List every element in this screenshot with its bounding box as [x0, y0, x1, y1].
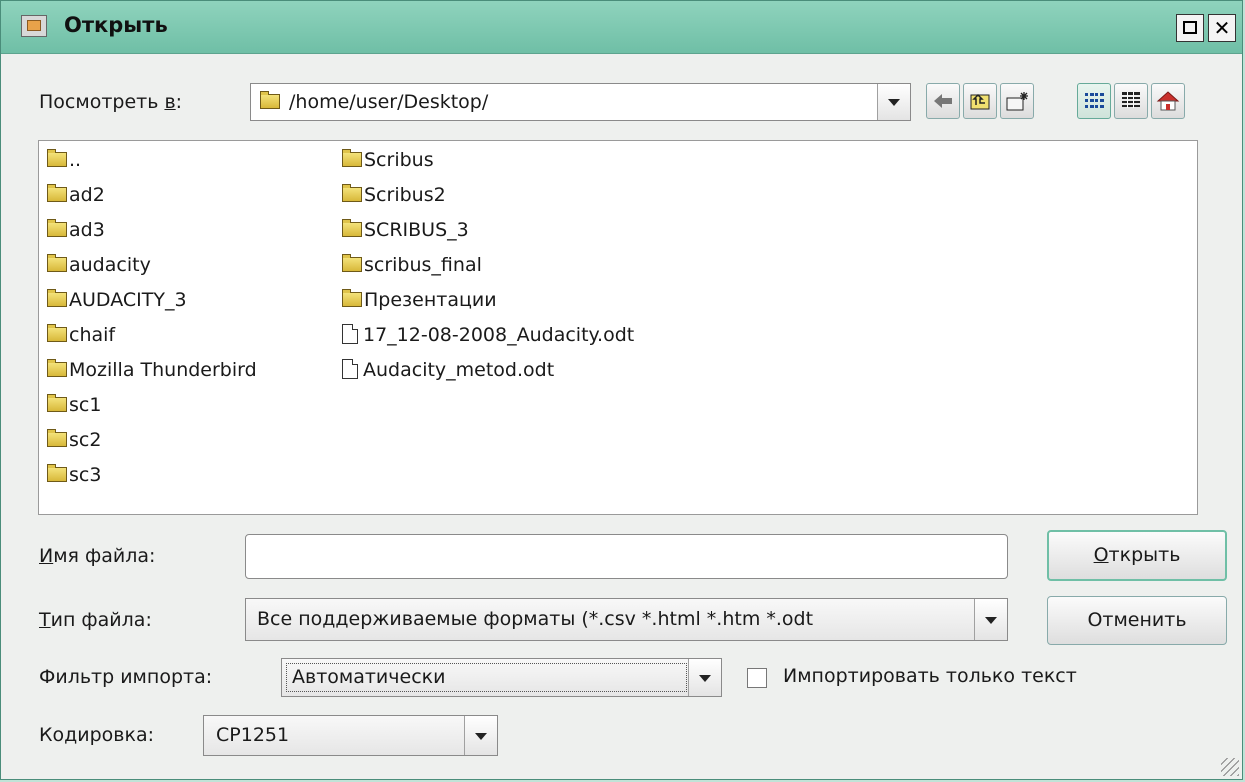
list-item[interactable]: chaif	[47, 318, 115, 352]
title-bar[interactable]: Открыть ✕	[1, 1, 1242, 54]
folder-icon	[342, 253, 362, 272]
list-view-button[interactable]	[1077, 83, 1111, 119]
lookin-label: Посмотреть в:	[39, 91, 183, 113]
filename-input[interactable]	[245, 534, 1008, 579]
parent-folder-icon	[970, 93, 990, 110]
list-item[interactable]: Scribus2	[342, 178, 446, 212]
filetype-label: Тип файла:	[39, 609, 152, 631]
open-button[interactable]: Открыть	[1047, 530, 1227, 581]
list-item[interactable]: Scribus	[342, 143, 434, 177]
lookin-combo[interactable]: /home/user/Desktop/	[250, 83, 911, 121]
filetype-combo[interactable]: Все поддерживаемые форматы (*.csv *.html…	[245, 598, 1008, 641]
list-item[interactable]: sc3	[47, 458, 101, 492]
window-title: Открыть	[64, 13, 168, 37]
filename-label: Имя файла:	[39, 545, 156, 567]
folder-icon	[47, 393, 67, 412]
folder-icon	[342, 183, 362, 202]
list-item[interactable]: SCRIBUS_3	[342, 213, 469, 247]
folder-icon	[47, 463, 67, 482]
document-icon	[342, 359, 358, 379]
list-item[interactable]: AUDACITY_3	[47, 283, 187, 317]
text-only-label[interactable]: Импортировать только текст	[783, 665, 1077, 687]
folder-icon	[47, 218, 67, 237]
maximize-button[interactable]	[1176, 14, 1204, 42]
folder-icon	[342, 288, 362, 307]
text-only-checkbox[interactable]	[747, 668, 767, 688]
list-item[interactable]: Mozilla Thunderbird	[47, 353, 257, 387]
document-icon	[342, 324, 358, 344]
home-button[interactable]	[1151, 83, 1185, 119]
import-filter-value: Автоматически	[292, 666, 446, 688]
filetype-value: Все поддерживаемые форматы (*.csv *.html…	[257, 608, 814, 630]
folder-icon	[47, 323, 67, 342]
chevron-down-icon[interactable]	[974, 599, 1007, 640]
list-item[interactable]: scribus_final	[342, 248, 482, 282]
folder-icon	[260, 91, 280, 109]
encoding-label: Кодировка:	[39, 724, 155, 746]
import-filter-combo[interactable]: Автоматически	[281, 658, 722, 697]
new-folder-button[interactable]	[1000, 83, 1034, 119]
resize-grip[interactable]	[1221, 758, 1239, 776]
parent-folder-button[interactable]	[963, 83, 997, 119]
new-folder-icon	[1006, 92, 1028, 111]
list-item[interactable]: audacity	[47, 248, 151, 282]
chevron-down-icon[interactable]	[877, 84, 910, 120]
file-list[interactable]: .. ad2 ad3 audacity AUDACITY_3 chaif Moz…	[38, 140, 1198, 515]
home-icon	[1156, 91, 1180, 111]
list-item[interactable]: Audacity_metod.odt	[342, 353, 554, 387]
list-item[interactable]: ad3	[47, 213, 105, 247]
folder-icon	[342, 148, 362, 167]
folder-icon	[47, 428, 67, 447]
list-item[interactable]: Презентации	[342, 283, 497, 317]
list-view-icon	[1085, 93, 1104, 108]
list-item[interactable]: sc2	[47, 423, 101, 457]
list-item[interactable]: sc1	[47, 388, 101, 422]
open-dialog: Открыть ✕ Посмотреть в: /home/user/Deskt…	[0, 0, 1243, 780]
list-item[interactable]: 17_12-08-2008_Audacity.odt	[342, 318, 634, 352]
app-icon	[21, 15, 47, 37]
folder-icon	[47, 358, 67, 377]
back-button[interactable]	[926, 83, 960, 119]
lookin-path: /home/user/Desktop/	[289, 91, 489, 113]
list-item[interactable]: ad2	[47, 178, 105, 212]
encoding-value: CP1251	[216, 724, 290, 746]
import-filter-label: Фильтр импорта:	[39, 666, 213, 688]
close-button[interactable]: ✕	[1208, 14, 1236, 42]
chevron-down-icon[interactable]	[464, 716, 497, 755]
detail-view-button[interactable]	[1114, 83, 1148, 119]
folder-icon	[342, 218, 362, 237]
detail-view-icon	[1122, 92, 1140, 108]
encoding-combo[interactable]: CP1251	[203, 715, 498, 756]
folder-icon	[47, 183, 67, 202]
folder-icon	[47, 148, 67, 167]
cancel-button[interactable]: Отменить	[1047, 596, 1227, 645]
back-arrow-icon	[934, 94, 952, 108]
list-item[interactable]: ..	[47, 143, 81, 177]
folder-icon	[47, 253, 67, 272]
folder-icon	[47, 288, 67, 307]
chevron-down-icon[interactable]	[688, 659, 721, 696]
